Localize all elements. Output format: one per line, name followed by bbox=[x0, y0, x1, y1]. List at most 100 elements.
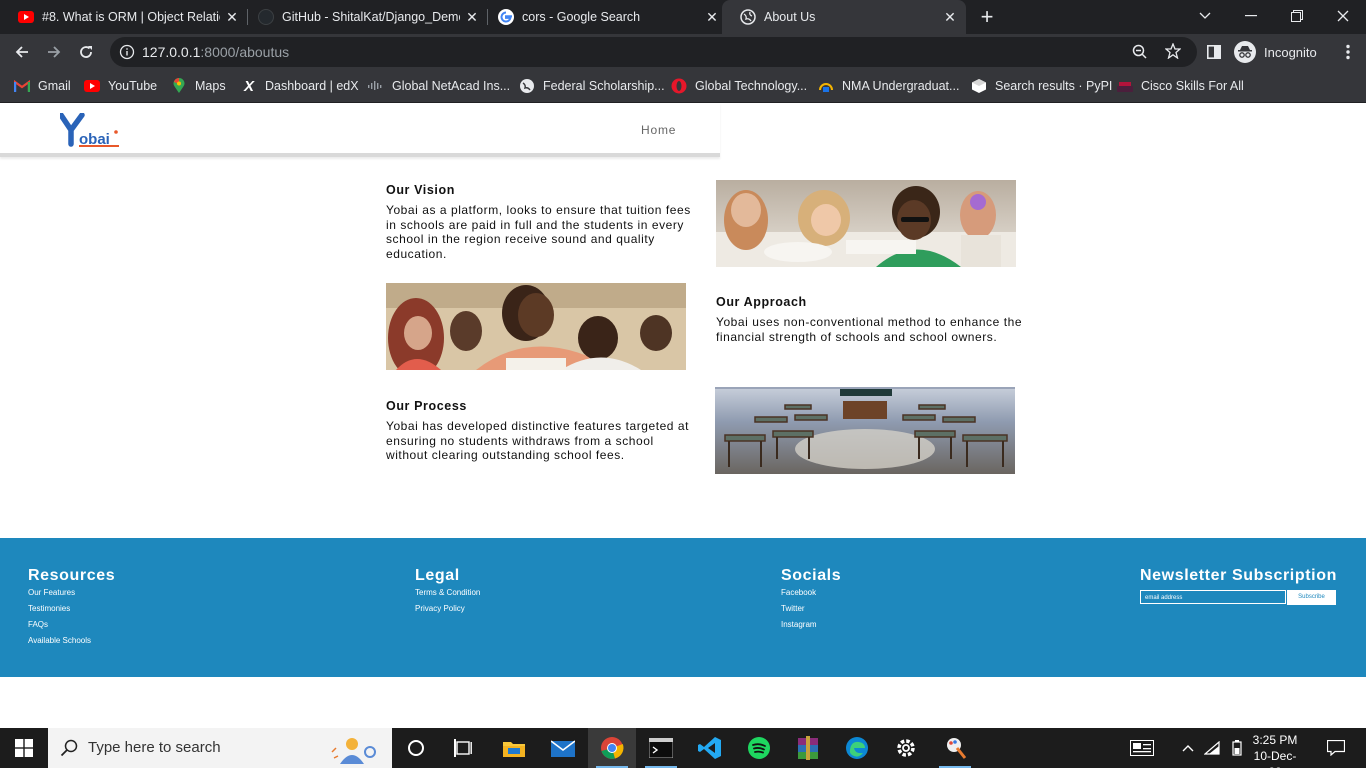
footer-link-faqs[interactable]: FAQs bbox=[28, 620, 48, 629]
clock-date: 10-Dec-22 bbox=[1253, 749, 1297, 779]
footer-link-facebook[interactable]: Facebook bbox=[781, 588, 816, 597]
bookmark-label: NMA Undergraduat... bbox=[842, 79, 960, 93]
incognito-indicator[interactable]: Incognito bbox=[1234, 38, 1317, 66]
search-icon bbox=[60, 739, 78, 762]
footer-socials-heading: Socials bbox=[781, 567, 842, 584]
google-icon bbox=[498, 9, 514, 25]
notifications-icon[interactable] bbox=[1312, 728, 1360, 768]
battery-icon[interactable] bbox=[1226, 728, 1248, 768]
windows-start-icon[interactable] bbox=[0, 728, 48, 768]
bookmark-pypi[interactable]: Search results · PyPI bbox=[971, 76, 1112, 96]
winrar-icon[interactable] bbox=[784, 728, 832, 768]
minimize-icon[interactable] bbox=[1228, 0, 1274, 32]
globe-icon bbox=[740, 9, 756, 25]
gmail-icon bbox=[14, 78, 30, 94]
footer-link-privacy[interactable]: Privacy Policy bbox=[415, 604, 465, 613]
footer-link-available-schools[interactable]: Available Schools bbox=[28, 636, 91, 645]
clock-time: 3:25 PM bbox=[1252, 733, 1298, 747]
vision-text: Yobai as a platform, looks to ensure tha… bbox=[386, 203, 691, 261]
settings-icon[interactable] bbox=[882, 728, 930, 768]
side-panel-icon[interactable] bbox=[1202, 40, 1226, 64]
bookmark-edx[interactable]: X Dashboard | edX bbox=[241, 76, 359, 96]
site-header: obai Home bbox=[0, 103, 720, 157]
bookmark-youtube[interactable]: YouTube bbox=[84, 76, 157, 96]
url-text: 127.0.0.1:8000/aboutus bbox=[142, 44, 289, 60]
teacher-helping-students-photo bbox=[386, 283, 686, 370]
bookmark-global-technology[interactable]: Global Technology... bbox=[671, 76, 807, 96]
tab-google-search[interactable]: cors - Google Search ✕ bbox=[480, 0, 728, 34]
reload-icon[interactable] bbox=[74, 40, 98, 64]
browser-tab-strip: #8. What is ORM | Object Relatio ✕ GitHu… bbox=[0, 0, 1366, 34]
bookmark-gmail[interactable]: Gmail bbox=[14, 76, 71, 96]
footer-legal-heading: Legal bbox=[415, 567, 460, 584]
bookmark-nma[interactable]: NMA Undergraduat... bbox=[818, 76, 959, 96]
tab-about-us[interactable]: About Us ✕ bbox=[722, 0, 966, 34]
browser-toolbar: 127.0.0.1:8000/aboutus Incognito bbox=[0, 34, 1366, 70]
incognito-icon bbox=[1234, 41, 1256, 63]
system-clock[interactable]: 3:25 PM 10-Dec-22 bbox=[1250, 732, 1300, 780]
footer-link-twitter[interactable]: Twitter bbox=[781, 604, 805, 613]
edge-icon[interactable] bbox=[833, 728, 881, 768]
pypi-icon bbox=[971, 78, 987, 94]
globe-icon bbox=[519, 78, 535, 94]
chrome-taskbar-icon[interactable] bbox=[588, 728, 636, 768]
mail-icon[interactable] bbox=[539, 728, 587, 768]
close-window-icon[interactable] bbox=[1320, 0, 1366, 32]
news-widget-icon[interactable] bbox=[1120, 728, 1164, 768]
footer-link-our-features[interactable]: Our Features bbox=[28, 588, 75, 597]
paint-icon[interactable] bbox=[931, 728, 979, 768]
taskbar-search-box[interactable]: Type here to search bbox=[48, 728, 392, 768]
tab-youtube-orm[interactable]: #8. What is ORM | Object Relatio ✕ bbox=[0, 0, 248, 34]
subscribe-button[interactable]: Subscribe bbox=[1287, 590, 1336, 605]
cisco-icon bbox=[368, 78, 384, 94]
back-arrow-icon[interactable] bbox=[10, 40, 34, 64]
vscode-icon[interactable] bbox=[686, 728, 734, 768]
web-page: obai Home Our Vision Yobai as a platform… bbox=[0, 103, 1366, 727]
footer-resources-heading: Resources bbox=[28, 567, 116, 584]
new-tab-button[interactable]: + bbox=[976, 6, 998, 28]
bookmark-label: Gmail bbox=[38, 79, 71, 93]
bookmark-cisco-skills[interactable]: Cisco Skills For All bbox=[1117, 76, 1244, 96]
task-view-icon[interactable] bbox=[440, 728, 488, 768]
url-host: 127.0.0.1 bbox=[142, 44, 201, 60]
process-title: Our Process bbox=[386, 399, 467, 413]
close-tab-icon[interactable]: ✕ bbox=[704, 9, 720, 25]
footer-newsletter-heading: Newsletter Subscription bbox=[1140, 567, 1337, 584]
bookmarks-bar: Gmail YouTube Maps X Dashboard | edX Glo… bbox=[0, 70, 1366, 103]
youtube-icon bbox=[84, 78, 100, 94]
process-text: Yobai has developed distinctive features… bbox=[386, 419, 690, 462]
bookmark-federal-scholarship[interactable]: Federal Scholarship... bbox=[519, 76, 665, 96]
tab-github[interactable]: GitHub - ShitalKat/Django_Demo ✕ bbox=[240, 0, 488, 34]
spotify-icon[interactable] bbox=[735, 728, 783, 768]
bookmark-label: Global Technology... bbox=[695, 79, 808, 93]
footer-link-testimonies[interactable]: Testimonies bbox=[28, 604, 70, 613]
zoom-icon[interactable] bbox=[1132, 44, 1148, 65]
terminal-icon[interactable] bbox=[637, 728, 685, 768]
nma-icon bbox=[818, 78, 834, 94]
bookmark-maps[interactable]: Maps bbox=[171, 76, 226, 96]
site-info-icon[interactable] bbox=[119, 44, 135, 65]
bookmark-star-icon[interactable] bbox=[1164, 42, 1182, 64]
vision-title: Our Vision bbox=[386, 183, 455, 197]
newsletter-email-input[interactable]: email address bbox=[1140, 590, 1286, 604]
footer-link-terms[interactable]: Terms & Condition bbox=[415, 588, 480, 597]
cortana-icon[interactable] bbox=[392, 728, 440, 768]
hidden-icons-chevron-icon[interactable] bbox=[1176, 728, 1200, 768]
file-explorer-icon[interactable] bbox=[490, 728, 538, 768]
yobai-logo[interactable]: obai bbox=[58, 112, 124, 148]
tab-search-chevron-icon[interactable] bbox=[1182, 0, 1228, 32]
bookmark-label: Cisco Skills For All bbox=[1141, 79, 1244, 93]
close-tab-icon[interactable]: ✕ bbox=[942, 9, 958, 25]
tab-title: GitHub - ShitalKat/Django_Demo bbox=[282, 10, 460, 24]
close-tab-icon[interactable]: ✕ bbox=[224, 9, 240, 25]
footer-link-instagram[interactable]: Instagram bbox=[781, 620, 817, 629]
restore-icon[interactable] bbox=[1274, 0, 1320, 32]
forward-arrow-icon[interactable] bbox=[42, 40, 66, 64]
site-footer: Resources Our Features Testimonies FAQs … bbox=[0, 538, 1366, 677]
nav-home-link[interactable]: Home bbox=[641, 123, 676, 137]
close-tab-icon[interactable]: ✕ bbox=[464, 9, 480, 25]
wifi-icon[interactable] bbox=[1201, 728, 1223, 768]
address-bar[interactable]: 127.0.0.1:8000/aboutus bbox=[110, 37, 1197, 67]
bookmark-netacad[interactable]: Global NetAcad Ins... bbox=[368, 76, 510, 96]
more-menu-icon[interactable] bbox=[1336, 40, 1360, 64]
